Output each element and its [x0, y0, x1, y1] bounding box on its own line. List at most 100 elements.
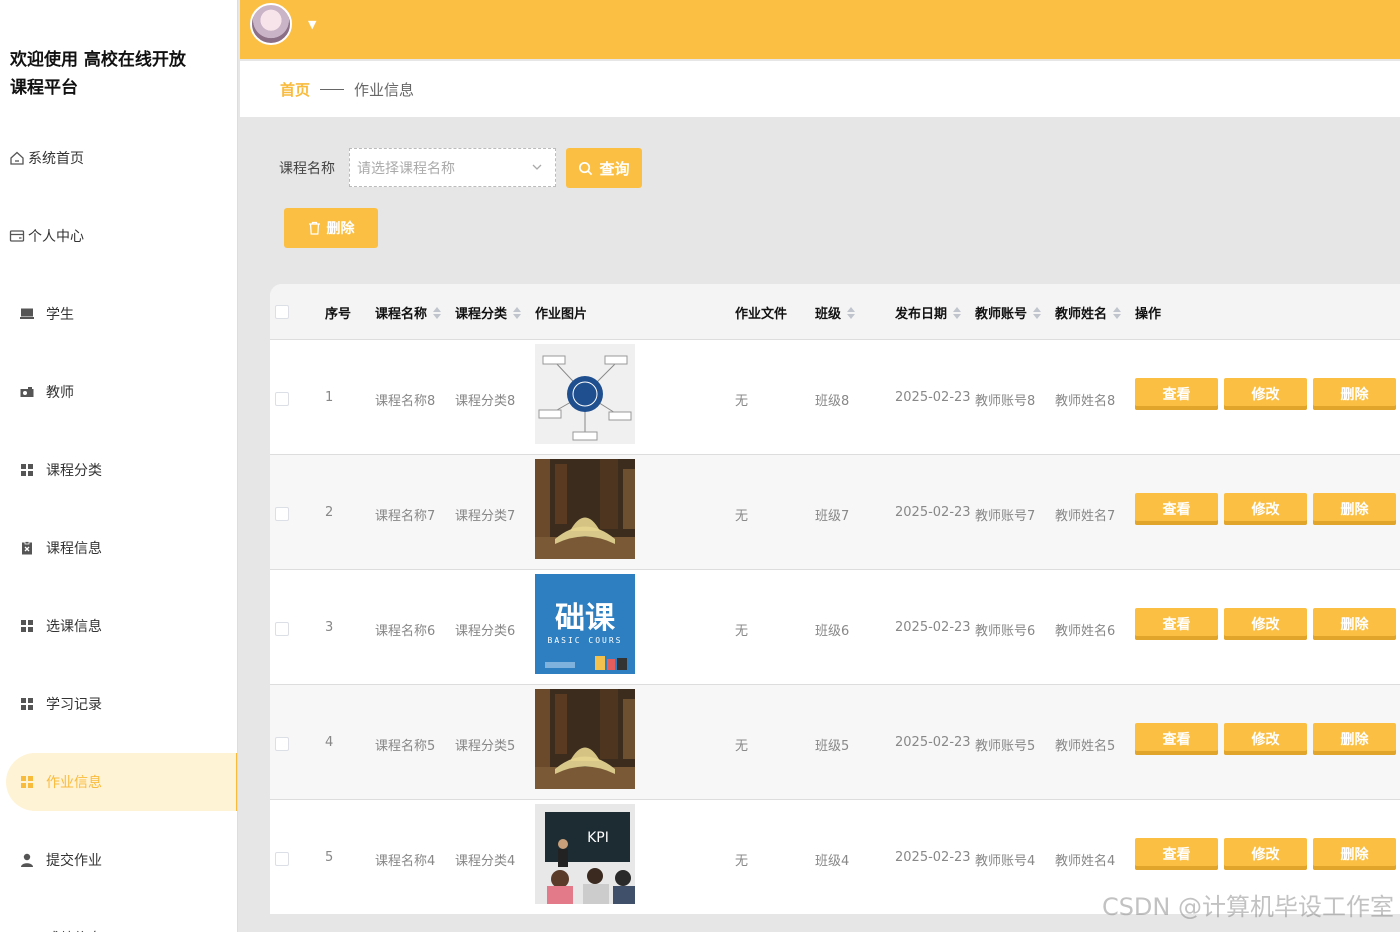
cell-teacher-account: 教师账号4	[975, 854, 1036, 869]
breadcrumb-home[interactable]: 首页	[280, 79, 310, 100]
row-checkbox[interactable]	[275, 852, 289, 866]
cell-class: 班级4	[815, 854, 850, 869]
course-name-select[interactable]: 请选择课程名称	[349, 148, 556, 187]
view-button[interactable]: 查看	[1135, 723, 1218, 755]
user-icon	[18, 851, 36, 869]
caret-down-icon[interactable]: ▼	[308, 18, 316, 31]
sidebar-item[interactable]: 系统首页	[6, 129, 237, 187]
sidebar-item-label: 个人中心	[28, 229, 84, 245]
delete-button[interactable]: 删除	[1313, 608, 1396, 640]
row-checkbox[interactable]	[275, 392, 289, 406]
sidebar-item[interactable]: 个人中心	[6, 207, 237, 265]
sidebar-item-label: 课程分类	[46, 463, 102, 479]
sidebar-item[interactable]: 教师	[6, 363, 237, 421]
cell-teacher-name: 教师姓名6	[1055, 624, 1116, 639]
row-actions: 查看 修改 删除	[1135, 838, 1396, 870]
grid-icon	[18, 773, 36, 791]
delete-button[interactable]: 删除	[1313, 493, 1396, 525]
header-teacher-account[interactable]: 教师账号	[975, 303, 1042, 322]
header-course-category[interactable]: 课程分类	[455, 303, 522, 322]
cell-course-category: 课程分类7	[455, 509, 516, 524]
chevron-down-icon	[532, 164, 542, 170]
header-date[interactable]: 发布日期	[895, 303, 962, 322]
delete-button[interactable]: 删除	[1313, 838, 1396, 870]
cell-course-category: 课程分类6	[455, 624, 516, 639]
breadcrumb-current: 作业信息	[354, 80, 415, 99]
sidebar-item[interactable]: 课程信息	[6, 519, 237, 577]
row-actions: 查看 修改 删除	[1135, 378, 1396, 410]
sort-icon[interactable]	[1033, 306, 1042, 319]
sidebar-item[interactable]: 作业信息	[6, 753, 237, 811]
cell-class: 班级6	[815, 624, 850, 639]
delete-button[interactable]: 删除	[1313, 723, 1396, 755]
cell-teacher-account: 教师账号8	[975, 394, 1036, 409]
monitor-icon	[18, 305, 36, 323]
batch-delete-button[interactable]: 删除	[284, 208, 378, 248]
sidebar-item[interactable]: 选课信息	[6, 597, 237, 655]
view-button[interactable]: 查看	[1135, 838, 1218, 870]
edit-button[interactable]: 修改	[1224, 838, 1307, 870]
svg-text:础课: 础课	[555, 601, 616, 636]
sidebar-item-label: 提交作业	[46, 853, 102, 869]
header-file: 作业文件	[735, 307, 788, 322]
query-button-label: 查询	[599, 159, 630, 178]
sort-icon[interactable]	[1113, 306, 1122, 319]
sidebar-item-label: 作业信息	[46, 775, 102, 791]
avatar[interactable]	[250, 3, 292, 45]
sort-icon[interactable]	[953, 306, 962, 319]
table-row: 4 课程名称5 课程分类5 无 班级5 2025-02-23 教师账号5 教师姓名5 查看 修改删…	[270, 684, 1400, 799]
cell-file: 无	[735, 739, 749, 754]
delete-button[interactable]: 删除	[1313, 378, 1396, 410]
cell-file: 无	[735, 854, 749, 869]
edit-button[interactable]: 修改	[1224, 378, 1307, 410]
cell-index: 3	[325, 620, 334, 635]
cell-index: 5	[325, 850, 334, 865]
view-button[interactable]: 查看	[1135, 493, 1218, 525]
cell-date: 2025-02-23	[895, 620, 971, 635]
row-actions: 查看 修改 删除	[1135, 608, 1396, 640]
sidebar-item[interactable]: 学习记录	[6, 675, 237, 733]
select-all-checkbox[interactable]	[275, 305, 289, 319]
row-checkbox[interactable]	[275, 622, 289, 636]
homework-image[interactable]	[535, 459, 635, 559]
cell-teacher-name: 教师姓名4	[1055, 854, 1116, 869]
homework-image[interactable]: 础课 BASIC COURS	[535, 574, 635, 674]
wallet-icon	[8, 227, 26, 245]
trash-icon	[308, 221, 320, 235]
cell-date: 2025-02-23	[895, 735, 971, 750]
sidebar-item-label: 成绩信息	[46, 928, 102, 932]
table-header: 序号 课程名称 课程分类 作业图片 作业文件 班级 发布日期 教师账号 教师姓名…	[270, 284, 1400, 339]
sidebar-item-label: 学生	[46, 307, 74, 323]
sidebar-item-label: 系统首页	[28, 151, 84, 167]
cell-course-name: 课程名称7	[375, 509, 436, 524]
cell-class: 班级5	[815, 739, 850, 754]
cell-course-name: 课程名称6	[375, 624, 436, 639]
sidebar-item[interactable]: 学生	[6, 285, 237, 343]
sort-icon[interactable]	[433, 306, 442, 319]
homework-table: 序号 课程名称 课程分类 作业图片 作业文件 班级 发布日期 教师账号 教师姓名…	[270, 284, 1400, 914]
breadcrumb-separator	[320, 88, 345, 90]
breadcrumb: 首页 作业信息	[240, 61, 1400, 117]
view-button[interactable]: 查看	[1135, 608, 1218, 640]
view-button[interactable]: 查看	[1135, 378, 1218, 410]
sidebar-item-label: 课程信息	[46, 541, 102, 557]
header-teacher-name[interactable]: 教师姓名	[1055, 303, 1122, 322]
edit-button[interactable]: 修改	[1224, 608, 1307, 640]
sidebar-item[interactable]: 课程分类	[6, 441, 237, 499]
sidebar-item[interactable]: 成绩信息	[6, 909, 237, 932]
query-button[interactable]: 查询	[566, 148, 642, 188]
home-icon	[8, 149, 26, 167]
row-checkbox[interactable]	[275, 507, 289, 521]
sort-icon[interactable]	[513, 306, 522, 319]
row-checkbox[interactable]	[275, 737, 289, 751]
sort-icon[interactable]	[847, 306, 856, 319]
cell-teacher-account: 教师账号5	[975, 739, 1036, 754]
homework-image[interactable]: KPI	[535, 804, 635, 904]
sidebar-item[interactable]: 提交作业	[6, 831, 237, 889]
header-class[interactable]: 班级	[815, 303, 856, 322]
edit-button[interactable]: 修改	[1224, 723, 1307, 755]
homework-image[interactable]	[535, 689, 635, 789]
header-course-name[interactable]: 课程名称	[375, 303, 442, 322]
edit-button[interactable]: 修改	[1224, 493, 1307, 525]
homework-image[interactable]	[535, 344, 635, 444]
